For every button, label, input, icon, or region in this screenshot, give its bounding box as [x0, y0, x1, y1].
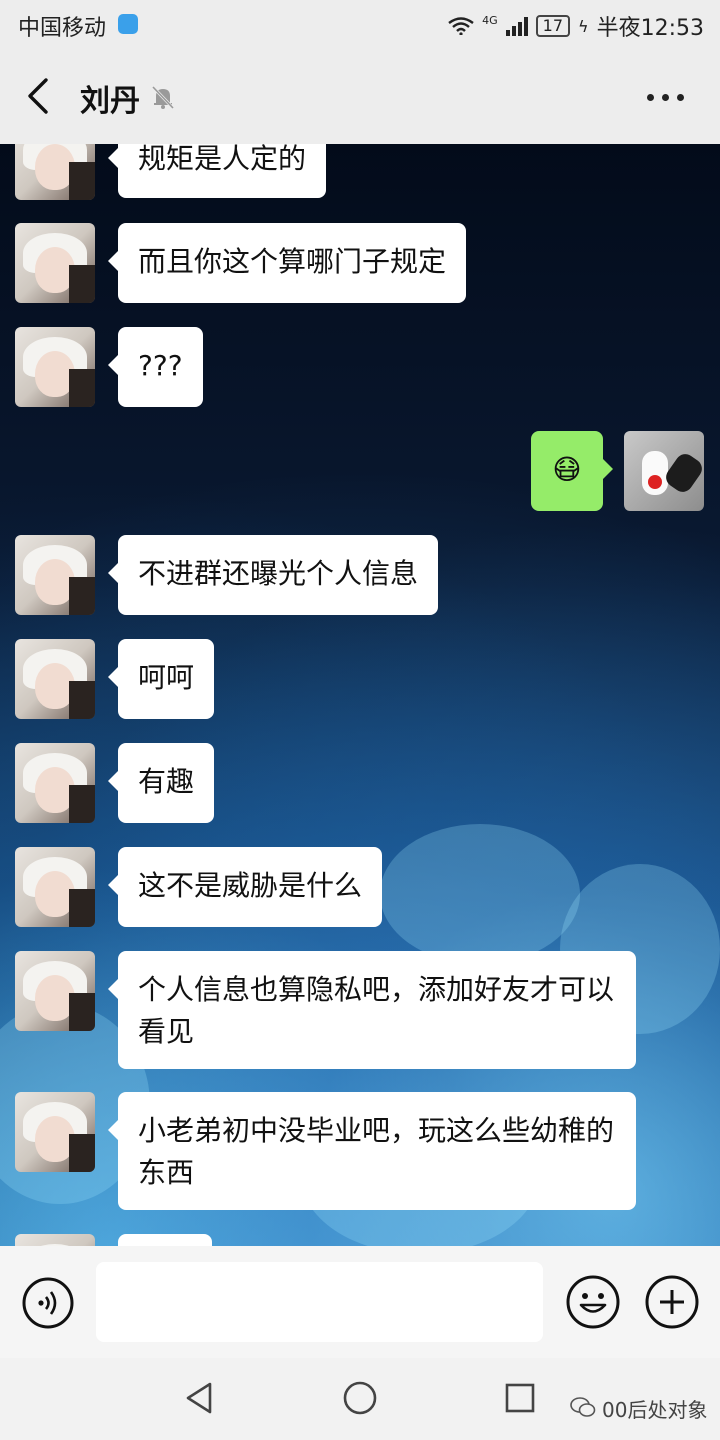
my-avatar[interactable]: [624, 431, 704, 511]
signal-icon: [505, 16, 528, 36]
back-arrow-icon[interactable]: [22, 76, 56, 116]
my-message-bubble[interactable]: 😷: [531, 431, 613, 511]
nav-back-icon[interactable]: [180, 1378, 220, 1418]
contact-avatar[interactable]: [15, 144, 95, 200]
carrier-name: 中国移动: [18, 16, 107, 41]
message-bubble[interactable]: 不进群还曝光个人信息: [107, 535, 439, 615]
message-bubble[interactable]: 有趣: [107, 743, 215, 823]
emoji-icon[interactable]: [565, 1274, 621, 1330]
voice-input-icon[interactable]: [21, 1276, 75, 1330]
contact-avatar[interactable]: [15, 743, 95, 823]
contact-avatar[interactable]: [15, 223, 95, 303]
wifi-icon: [448, 17, 474, 35]
contact-name: 刘丹: [80, 84, 140, 119]
nav-home-icon[interactable]: [342, 1380, 378, 1416]
chat-header: 刘丹: [0, 50, 720, 144]
contact-avatar[interactable]: [15, 535, 95, 615]
contact-avatar[interactable]: [15, 327, 95, 407]
chat-area[interactable]: 规矩是人定的 而且你这个算哪门子规定 ??? 😷 不进群还曝光个人信息 呵呵 有…: [0, 144, 720, 1246]
message-bubble[interactable]: 个人信息也算隐私吧，添加好友才可以看见: [108, 951, 636, 1069]
message-bubble[interactable]: 而且你这个算哪门子规定: [107, 223, 467, 303]
network-type: 4G: [482, 13, 498, 27]
more-options-icon[interactable]: [647, 94, 684, 101]
message-input[interactable]: [96, 1262, 543, 1342]
contact-avatar[interactable]: [15, 951, 95, 1031]
wechat-logo-icon: [570, 1397, 596, 1417]
message-bubble-partial[interactable]: [118, 1234, 212, 1246]
mute-bell-icon: [151, 85, 175, 110]
contact-avatar[interactable]: [15, 639, 95, 719]
contact-avatar[interactable]: [15, 1234, 95, 1246]
contact-avatar[interactable]: [15, 1092, 95, 1172]
watermark-text: 00后处对象: [602, 1398, 708, 1422]
message-bubble[interactable]: ???: [108, 327, 203, 407]
message-bubble[interactable]: 呵呵: [107, 639, 215, 719]
add-more-icon[interactable]: [644, 1274, 700, 1330]
nav-recent-apps-icon[interactable]: [504, 1382, 536, 1414]
charging-icon: ϟ: [578, 16, 589, 36]
clock: 半夜12:53: [596, 16, 704, 41]
shield-icon: [118, 14, 138, 34]
battery-level: 17: [535, 15, 571, 37]
background-bokeh: [380, 824, 580, 964]
message-bubble[interactable]: 规矩是人定的: [107, 144, 327, 198]
status-bar: 中国移动 4G 17 ϟ 半夜12:53: [0, 0, 720, 50]
status-right: 4G 17 ϟ 半夜12:53: [448, 10, 704, 42]
contact-avatar[interactable]: [15, 847, 95, 927]
message-bubble[interactable]: 小老弟初中没毕业吧，玩这么些幼稚的东西: [108, 1092, 636, 1210]
message-bubble[interactable]: 这不是威胁是什么: [107, 847, 383, 927]
